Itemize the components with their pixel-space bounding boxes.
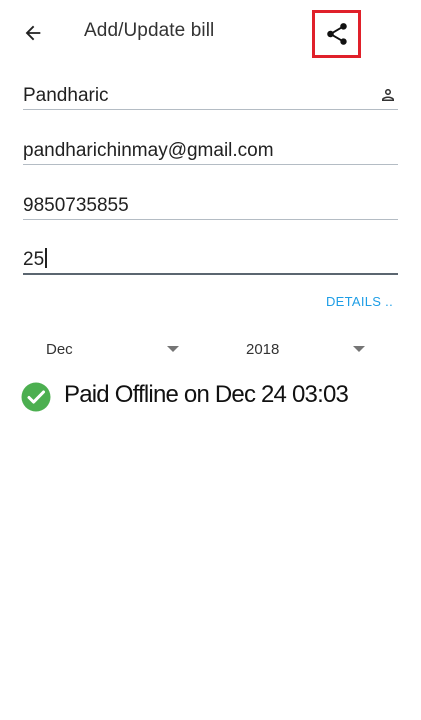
text-cursor	[45, 248, 47, 268]
phone-value: 9850735855	[23, 195, 129, 216]
year-dropdown-arrow-icon	[353, 346, 365, 352]
year-value: 2018	[246, 340, 280, 358]
payment-status: Paid Offline on Dec 24 03:03	[21, 376, 349, 414]
name-field[interactable]: Pandharic	[23, 70, 398, 110]
month-dropdown-arrow-icon	[167, 346, 179, 352]
status-text: Paid Offline on Dec 24 03:03	[64, 381, 349, 408]
year-dropdown[interactable]: 2018	[246, 334, 370, 364]
month-dropdown[interactable]: Dec	[46, 334, 182, 364]
amount-field[interactable]: 25	[23, 235, 398, 275]
amount-value: 25	[23, 248, 47, 271]
person-icon[interactable]	[379, 86, 397, 104]
phone-field[interactable]: 9850735855	[23, 180, 398, 220]
amount-text: 25	[23, 249, 45, 270]
check-circle-icon	[21, 382, 51, 411]
arrow-left-icon	[25, 25, 41, 41]
name-value: Pandharic	[23, 85, 109, 106]
email-field[interactable]: pandharichinmay@gmail.com	[23, 125, 398, 165]
month-value: Dec	[46, 340, 73, 358]
back-button[interactable]	[16, 16, 50, 50]
share-icon	[326, 23, 347, 45]
email-value: pandharichinmay@gmail.com	[23, 140, 274, 161]
page-title: Add/Update bill	[84, 20, 215, 41]
details-link[interactable]: DETAILS ..	[326, 294, 393, 309]
share-button[interactable]	[312, 10, 361, 58]
app-bar: Add/Update bill	[0, 0, 421, 64]
